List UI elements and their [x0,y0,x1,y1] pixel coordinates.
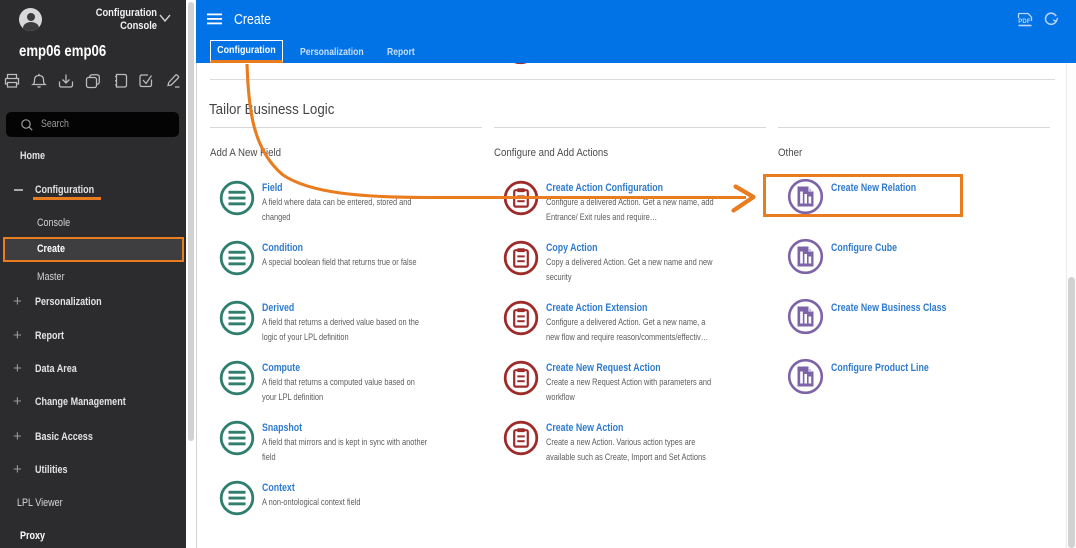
svg-text:PDF: PDF [1018,19,1031,25]
